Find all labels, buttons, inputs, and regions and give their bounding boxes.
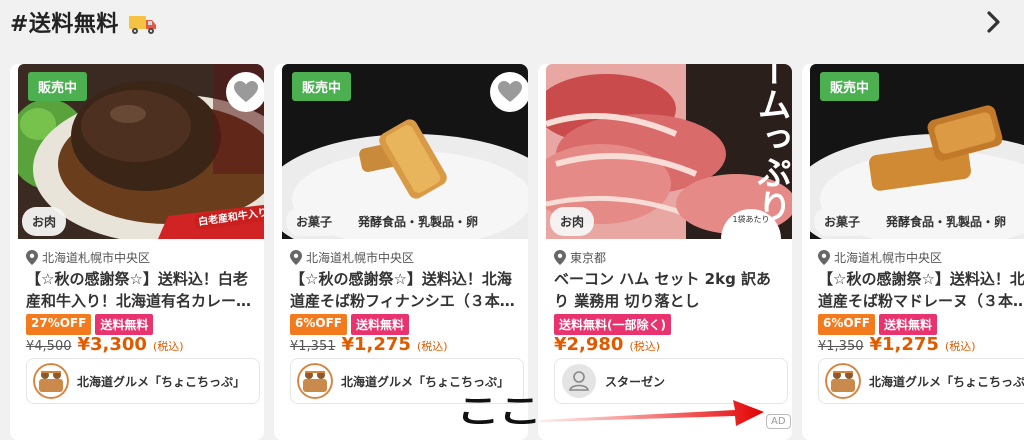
free-shipping-badge: 送料無料(一部除く) [554,314,671,335]
product-image[interactable]: 白老産和牛入り 販売中 お肉 [18,64,264,239]
seller-link[interactable]: 北海道グルメ「ちょこちっぷ」 [818,358,1024,404]
chevron-right-icon[interactable] [982,8,1006,36]
badges: 27%OFF 送料無料 [26,314,154,335]
tax-label: (税込) [416,340,448,353]
location: 東京都 [554,249,606,266]
section-header: #送料無料 [0,0,1024,50]
map-pin-icon [290,250,302,265]
discount-badge: 6%OFF [818,314,875,335]
product-name[interactable]: 【☆秋の感謝祭☆】送料込！白老産和牛入り！北海道有名カレー… [26,268,256,312]
discount-badge: 6%OFF [290,314,347,335]
category-tags: お肉 [22,207,67,236]
location-text: 東京都 [570,251,607,265]
price-row: ¥1,351 ¥1,275 (税込) [290,334,448,355]
category-tag[interactable]: お肉 [550,207,595,236]
image-caption: リュームっぷり [751,64,791,223]
price-row: ¥4,500 ¥3,300 (税込) [26,334,184,355]
heart-icon [234,81,258,102]
tax-label: (税込) [944,340,976,353]
location: 北海道札幌市中央区 [290,249,414,266]
product-image[interactable]: 販売中 お菓子 発酵食品・乳製品・卵 [282,64,528,239]
tax-label: (税込) [152,340,184,353]
product-card[interactable]: 販売中 お菓子 発酵食品・乳製品・卵 北海道札幌市中央区 【☆秋の感謝祭☆】送料… [802,64,1024,440]
product-image[interactable]: リュームっぷり 1袋あたり お肉 [546,64,792,239]
status-badge: 販売中 [28,72,88,101]
favorite-button[interactable] [490,72,528,112]
product-name[interactable]: 【☆秋の感謝祭☆】送料込！北海道産そば粉マドレーヌ（３本… [818,268,1024,312]
category-tags: お菓子 発酵食品・乳製品・卵 [286,207,489,236]
seller-name: 北海道グルメ「ちょこちっぷ」 [869,374,1024,389]
section-title: #送料無料 [10,12,119,37]
location-text: 北海道札幌市中央区 [42,251,151,265]
category-tag[interactable]: 発酵食品・乳製品・卵 [876,207,1017,236]
product-name[interactable]: 【☆秋の感謝祭☆】送料込！北海道産そば粉フィナンシエ（３本… [290,268,520,312]
seller-name: スターゼン [605,374,666,389]
sale-price: ¥3,300 [77,334,147,355]
original-price: ¥1,351 [290,339,336,354]
free-shipping-badge: 送料無料 [878,314,937,335]
map-pin-icon [26,250,38,265]
sale-price: ¥1,275 [341,334,411,355]
favorite-button[interactable] [226,72,264,112]
ad-badge: AD [766,414,791,429]
sale-price: ¥1,275 [869,334,939,355]
original-price: ¥4,500 [26,339,72,354]
tax-label: (税込) [629,340,661,353]
badges: 6%OFF 送料無料 [818,314,937,335]
category-tag[interactable]: お肉 [22,207,67,236]
seller-link[interactable]: 北海道グルメ「ちょこちっぷ」 [26,358,260,404]
seller-name: 北海道グルメ「ちょこちっぷ」 [77,374,246,389]
location: 北海道札幌市中央区 [818,249,942,266]
product-card[interactable]: リュームっぷり 1袋あたり お肉 東京都 ベーコン ハム セット 2kg 訳あり… [538,64,792,440]
truck-icon [129,16,156,34]
seller-avatar [297,363,333,399]
image-subcaption: 1袋あたり [732,214,769,224]
badges: 送料無料(一部除く) [554,314,671,335]
free-shipping-badge: 送料無料 [350,314,409,335]
product-name[interactable]: ベーコン ハム セット 2kg 訳あり 業務用 切り落とし [554,268,784,312]
heart-icon [498,81,522,102]
category-tag[interactable]: お菓子 [814,207,871,236]
location-text: 北海道札幌市中央区 [834,251,943,265]
annotation-text: ここ [456,392,542,431]
sale-price: ¥2,980 [554,334,624,355]
badges: 6%OFF 送料無料 [290,314,409,335]
category-tags: お菓子 発酵食品・乳製品・卵 [814,207,1017,236]
seller-avatar [33,363,69,399]
category-tags: お肉 [550,207,595,236]
price-row: ¥1,350 ¥1,275 (税込) [818,334,976,355]
product-card[interactable]: 白老産和牛入り 販売中 お肉 北海道札幌市中央区 【☆秋の感謝祭☆】送料込！白老… [10,64,264,440]
location: 北海道札幌市中央区 [26,249,150,266]
category-tag[interactable]: お菓子 [286,207,343,236]
discount-badge: 27%OFF [26,314,92,335]
red-arrow-annotation [540,400,764,426]
map-pin-icon [554,250,566,265]
seller-avatar [825,363,861,399]
status-badge: 販売中 [820,72,880,101]
category-tag[interactable]: 発酵食品・乳製品・卵 [348,207,489,236]
free-shipping-badge: 送料無料 [95,314,154,335]
location-text: 北海道札幌市中央区 [306,251,415,265]
price-row: ¥2,980 (税込) [554,334,660,355]
map-pin-icon [818,250,830,265]
original-price: ¥1,350 [818,339,864,354]
status-badge: 販売中 [292,72,352,101]
product-image[interactable]: 販売中 お菓子 発酵食品・乳製品・卵 [810,64,1024,239]
